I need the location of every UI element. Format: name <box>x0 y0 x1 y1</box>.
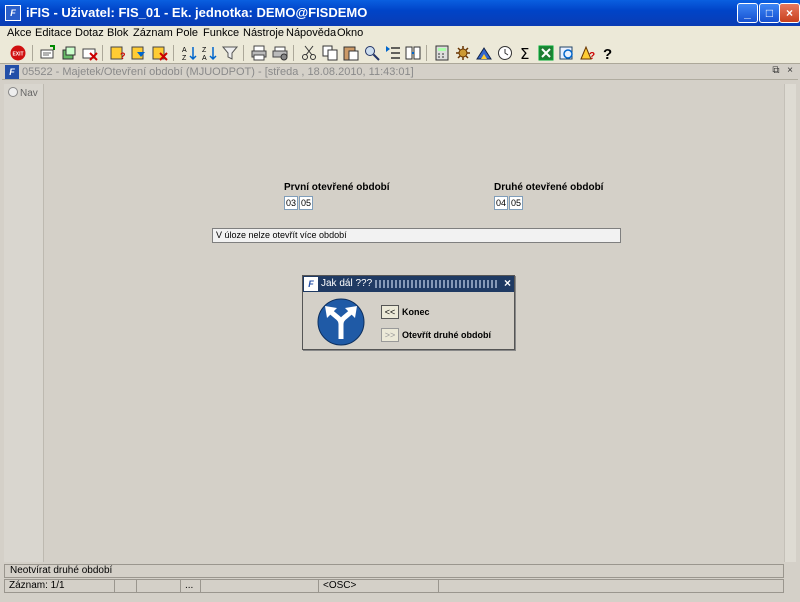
dialog-title-bar: F Jak dál ??? × <box>303 276 514 292</box>
close-button[interactable]: × <box>779 3 800 23</box>
end-button[interactable]: << <box>381 305 399 319</box>
dialog-title-pattern <box>375 280 499 288</box>
first-period-label: První otevřené období <box>284 182 390 193</box>
svg-text:A: A <box>182 47 187 54</box>
restore-icon[interactable]: ⧉ <box>770 65 782 77</box>
svg-text:Σ: Σ <box>520 45 529 61</box>
nav-panel: Nav <box>4 84 44 562</box>
end-label: Konec <box>402 307 430 317</box>
decision-dialog: F Jak dál ??? × << Konec >> Otevřít druh… <box>302 275 515 350</box>
calculator-icon[interactable] <box>434 45 450 61</box>
search-icon[interactable] <box>364 45 380 61</box>
maximize-button[interactable]: □ <box>759 3 780 23</box>
sort-desc-icon[interactable]: ZA <box>201 45 217 61</box>
svg-text:Z: Z <box>182 55 187 61</box>
delete-record-icon[interactable] <box>82 45 98 61</box>
second-period-year[interactable]: 05 <box>509 196 523 210</box>
cut-icon[interactable] <box>301 45 317 61</box>
vertical-scrollbar[interactable] <box>784 84 796 562</box>
menu-dotaz[interactable]: Dotaz <box>75 27 104 39</box>
sort-asc-icon[interactable]: AZ <box>181 45 197 61</box>
inner-close-icon[interactable]: × <box>784 65 796 77</box>
second-period-label: Druhé otevřené období <box>494 182 604 193</box>
copy-icon[interactable] <box>322 45 338 61</box>
menu-bar: Akce Editace Dotaz Blok Záznam Pole Funk… <box>0 26 800 42</box>
message-field: V úloze nelze otevřít více období <box>212 228 621 243</box>
copy-record-icon[interactable] <box>61 45 77 61</box>
help-context-icon[interactable]: ? <box>580 45 596 61</box>
filter-icon[interactable] <box>222 45 238 61</box>
menu-okno[interactable]: Okno <box>337 27 363 39</box>
menu-napoveda[interactable]: Nápověda <box>286 27 336 39</box>
svg-text:EXIT: EXIT <box>12 52 23 58</box>
print-icon[interactable] <box>251 45 267 61</box>
svg-text:?: ? <box>120 51 126 61</box>
query-icon[interactable]: ? <box>110 45 126 61</box>
inner-window-icon: F <box>5 65 19 79</box>
first-period-year[interactable]: 05 <box>299 196 313 210</box>
toolbar: EXIT ? AZ ZA Σ ? ? <box>0 42 800 64</box>
excel-icon[interactable] <box>538 45 554 61</box>
title-bar: F iFIS - Uživatel: FIS_01 - Ek. jednotka… <box>0 0 800 26</box>
svg-text:?: ? <box>589 51 595 61</box>
dialog-close-icon[interactable]: × <box>504 276 511 290</box>
paste-icon[interactable] <box>343 45 359 61</box>
columns-icon[interactable] <box>405 45 421 61</box>
status-bar: Záznam: 1/1 ... <OSC> <box>4 579 784 593</box>
help-icon[interactable]: ? <box>600 45 616 61</box>
record-counter: Záznam: 1/1 <box>5 580 115 592</box>
chart-icon[interactable] <box>476 45 492 61</box>
insert-record-icon[interactable] <box>40 45 56 61</box>
status-cell-empty-3 <box>201 580 319 592</box>
svg-text:?: ? <box>603 46 612 61</box>
status-cell-empty-2 <box>137 580 181 592</box>
menu-akce[interactable]: Akce <box>7 27 31 39</box>
menu-nastroje[interactable]: Nástroje <box>243 27 284 39</box>
direction-sign-icon <box>317 298 365 346</box>
clock-icon[interactable] <box>497 45 513 61</box>
status-ellipsis: ... <box>181 580 201 592</box>
svg-text:A: A <box>202 55 207 61</box>
menu-zaznam[interactable]: Záznam <box>133 27 173 39</box>
status-hint: Neotvírat druhé období <box>4 564 784 578</box>
first-period-month[interactable]: 03 <box>284 196 298 210</box>
menu-editace[interactable]: Editace <box>35 27 72 39</box>
inner-window-title: 05522 - Majetek/Otevření období (MJUODPO… <box>22 66 414 78</box>
exit-icon[interactable]: EXIT <box>10 45 26 61</box>
status-cell-empty-1 <box>115 580 137 592</box>
cancel-query-icon[interactable] <box>152 45 168 61</box>
sum-icon[interactable]: Σ <box>518 45 534 61</box>
app-icon: F <box>5 5 21 21</box>
list-icon[interactable] <box>385 45 401 61</box>
svg-text:Z: Z <box>202 47 207 54</box>
menu-pole[interactable]: Pole <box>176 27 198 39</box>
inner-window-title-bar: F 05522 - Majetek/Otevření období (MJUOD… <box>2 64 798 80</box>
menu-blok[interactable]: Blok <box>107 27 128 39</box>
execute-query-icon[interactable] <box>131 45 147 61</box>
nav-button[interactable]: Nav <box>8 87 38 99</box>
print-setup-icon[interactable] <box>272 45 288 61</box>
settings-icon[interactable] <box>455 45 471 61</box>
minimize-button[interactable]: _ <box>737 3 758 23</box>
dialog-title: Jak dál ??? <box>321 278 373 289</box>
open-second-period-button[interactable]: >> <box>381 328 399 342</box>
mode-indicator: <OSC> <box>319 580 439 592</box>
menu-funkce[interactable]: Funkce <box>203 27 239 39</box>
window-title: iFIS - Uživatel: FIS_01 - Ek. jednotka: … <box>26 5 368 20</box>
dialog-icon: F <box>304 277 318 291</box>
second-period-month[interactable]: 04 <box>494 196 508 210</box>
refresh-icon[interactable] <box>559 45 575 61</box>
open-second-period-label: Otevřít druhé období <box>402 330 491 340</box>
